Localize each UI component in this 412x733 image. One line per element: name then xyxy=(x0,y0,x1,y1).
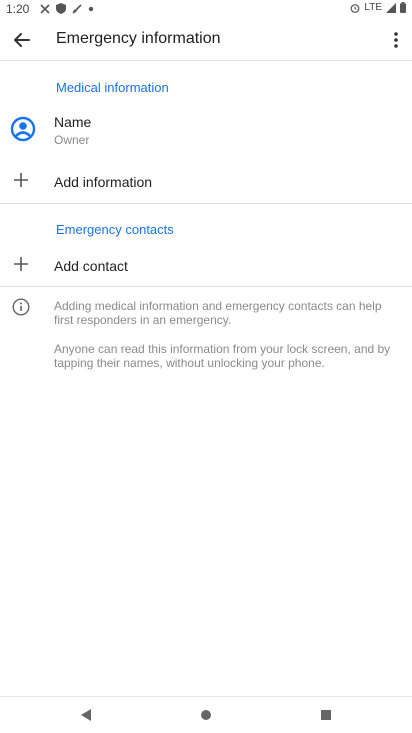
signal-icon xyxy=(386,2,396,13)
navigation-bar xyxy=(0,696,412,733)
recents-square-icon xyxy=(321,710,331,720)
home-circle-icon xyxy=(201,710,211,720)
alarm-icon xyxy=(350,3,360,13)
more-vert-icon xyxy=(394,32,398,48)
nav-home-button[interactable] xyxy=(196,705,216,725)
info-text-1: Adding medical information and emergency… xyxy=(54,299,382,327)
status-time: 1:20 xyxy=(6,2,30,16)
more-options-button[interactable] xyxy=(386,26,406,54)
app-bar-divider xyxy=(0,60,412,61)
section-divider xyxy=(0,203,412,204)
section-divider xyxy=(0,286,412,287)
name-subtitle: Owner xyxy=(54,133,90,147)
network-type: LTE xyxy=(364,2,382,13)
account-circle-icon xyxy=(10,116,36,142)
nav-back-button[interactable] xyxy=(76,705,96,725)
app-bar: Emergency information xyxy=(0,20,412,60)
emergency-contacts-header: Emergency contacts xyxy=(56,222,174,237)
add-contact-label: Add contact xyxy=(54,258,128,274)
back-button[interactable] xyxy=(8,26,36,54)
status-left-icons xyxy=(40,3,94,14)
medical-info-header: Medical information xyxy=(56,80,169,95)
shield-icon xyxy=(56,3,66,14)
name-row[interactable]: Name Owner xyxy=(0,106,412,154)
plus-icon xyxy=(14,173,28,187)
add-contact-row[interactable]: Add contact xyxy=(0,250,412,280)
battery-icon xyxy=(400,2,406,13)
status-right-icons: LTE xyxy=(350,2,406,13)
info-icon xyxy=(12,298,30,316)
add-information-row[interactable]: Add information xyxy=(0,166,412,196)
info-text-2: Anyone can read this information from yo… xyxy=(54,342,391,370)
arrow-back-icon xyxy=(14,33,30,47)
add-information-label: Add information xyxy=(54,174,153,190)
missed-call-icon xyxy=(40,3,50,14)
status-bar: 1:20 LTE xyxy=(0,0,412,20)
wifi-off-icon xyxy=(72,3,82,14)
back-triangle-icon xyxy=(81,709,91,721)
dot-icon xyxy=(88,6,94,11)
page-title: Emergency information xyxy=(56,30,221,47)
nav-recents-button[interactable] xyxy=(316,705,336,725)
plus-icon xyxy=(14,257,28,271)
name-title: Name xyxy=(54,114,92,130)
